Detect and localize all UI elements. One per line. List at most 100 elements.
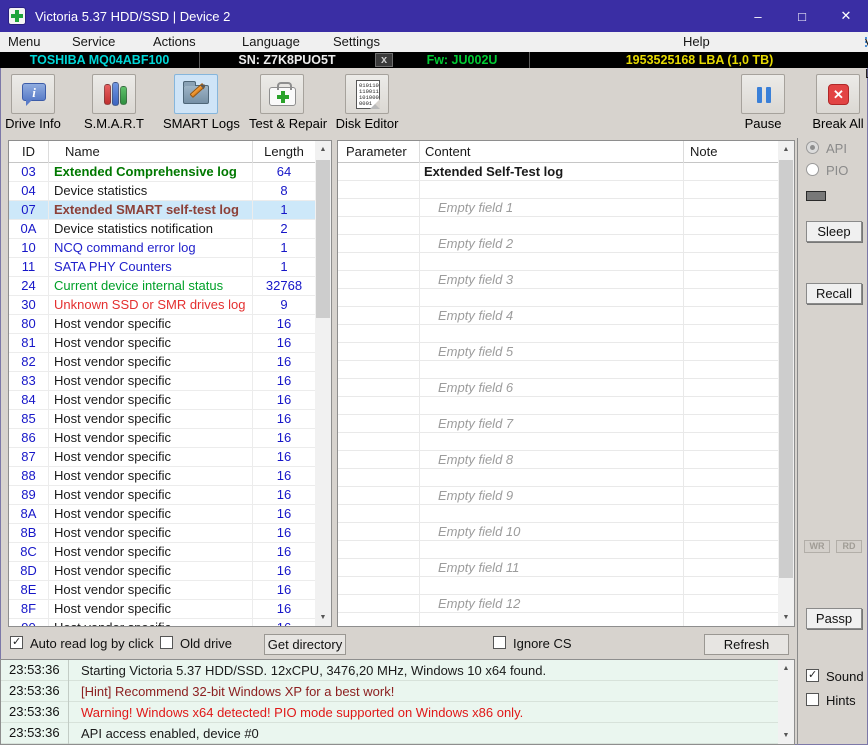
content-table-row — [338, 181, 778, 199]
passp-button[interactable]: Passp — [806, 608, 862, 629]
menu-item-settings[interactable]: Settings — [333, 34, 380, 49]
log-table-row[interactable]: 84Host vendor specific16 — [9, 391, 315, 410]
maximize-button[interactable]: □ — [780, 0, 824, 32]
console-scrollbar[interactable]: ▲ ▼ — [778, 660, 794, 744]
log-length: 1 — [253, 201, 315, 220]
smart-button[interactable]: S.M.A.R.T — [81, 72, 147, 134]
drive-info-button[interactable]: i Drive Info — [0, 72, 66, 134]
old-drive-checkbox[interactable] — [160, 636, 173, 649]
pio-radio[interactable] — [806, 163, 819, 176]
log-table-row[interactable]: 07Extended SMART self-test log1 — [9, 201, 315, 220]
content-table-row: Extended Self-Test log — [338, 163, 778, 181]
log-table-row[interactable]: 8CHost vendor specific16 — [9, 543, 315, 562]
log-name: Host vendor specific — [49, 486, 253, 505]
header-content[interactable]: Content — [420, 141, 684, 163]
log-name: NCQ command error log — [49, 239, 253, 258]
log-length: 9 — [253, 296, 315, 315]
log-table-row[interactable]: 88Host vendor specific16 — [9, 467, 315, 486]
break-all-button[interactable]: ✕ Break All — [805, 72, 868, 134]
content-table-row: Empty field 12 — [338, 595, 778, 613]
header-length[interactable]: Length — [253, 141, 315, 163]
recall-button[interactable]: Recall — [806, 283, 862, 304]
log-table-row[interactable]: 03Extended Comprehensive log64 — [9, 163, 315, 182]
scroll-down-icon[interactable]: ▼ — [778, 727, 794, 744]
header-parameter[interactable]: Parameter — [338, 141, 420, 163]
content-table-row — [338, 577, 778, 595]
log-table-row[interactable]: 81Host vendor specific16 — [9, 334, 315, 353]
content-table-row — [338, 289, 778, 307]
log-length: 16 — [253, 581, 315, 600]
log-name: Device statistics notification — [49, 220, 253, 239]
header-note[interactable]: Note — [684, 141, 778, 163]
log-length: 16 — [253, 619, 315, 627]
log-table-row[interactable]: 87Host vendor specific16 — [9, 448, 315, 467]
bottom-controls: Auto read log by click Old drive Get dir… — [0, 631, 795, 658]
scroll-down-icon[interactable]: ▼ — [315, 609, 331, 626]
log-table-row[interactable]: 11SATA PHY Counters1 — [9, 258, 315, 277]
api-radio[interactable] — [806, 141, 819, 154]
log-table-row[interactable]: 10NCQ command error log1 — [9, 239, 315, 258]
auto-read-checkbox[interactable] — [10, 636, 23, 649]
test-repair-button[interactable]: Test & Repair — [249, 72, 315, 134]
wr-button[interactable]: WR — [804, 540, 830, 553]
menu-item-language[interactable]: Language — [242, 34, 300, 49]
menu-item-help[interactable]: Help — [683, 34, 710, 49]
log-name: Device statistics — [49, 182, 253, 201]
log-table-row[interactable]: 8AHost vendor specific16 — [9, 505, 315, 524]
log-table-row[interactable]: 8DHost vendor specific16 — [9, 562, 315, 581]
log-id: 04 — [9, 182, 49, 201]
menu-item-service[interactable]: Service — [72, 34, 115, 49]
smart-logs-button[interactable]: SMART Logs — [163, 72, 229, 134]
scroll-thumb[interactable] — [316, 160, 330, 318]
get-directory-button[interactable]: Get directory — [264, 634, 346, 655]
content-table-scrollbar[interactable]: ▲ ▼ — [778, 141, 794, 626]
scroll-up-icon[interactable]: ▲ — [778, 141, 794, 158]
log-name: Host vendor specific — [49, 543, 253, 562]
hints-checkbox[interactable] — [806, 693, 819, 706]
refresh-button[interactable]: Refresh — [704, 634, 789, 655]
log-content-table: Parameter Content Note Extended Self-Tes… — [337, 140, 795, 627]
log-table-row[interactable]: 82Host vendor specific16 — [9, 353, 315, 372]
menu-item-actions[interactable]: Actions — [153, 34, 196, 49]
log-id: 24 — [9, 277, 49, 296]
pause-button[interactable]: Pause — [730, 72, 796, 134]
log-table-row[interactable]: 04Device statistics8 — [9, 182, 315, 201]
minimize-button[interactable]: – — [736, 0, 780, 32]
ignore-cs-checkbox[interactable] — [493, 636, 506, 649]
close-button[interactable]: ✕ — [824, 0, 868, 32]
log-table-row[interactable]: 89Host vendor specific16 — [9, 486, 315, 505]
header-name[interactable]: Name — [49, 141, 253, 163]
log-table-body: 03Extended Comprehensive log6404Device s… — [9, 163, 315, 626]
log-table-row[interactable]: 80Host vendor specific16 — [9, 315, 315, 334]
log-table-row[interactable]: 24Current device internal status32768 — [9, 277, 315, 296]
log-table-scrollbar[interactable]: ▲ ▼ — [315, 141, 331, 626]
log-table-row[interactable]: 8EHost vendor specific16 — [9, 581, 315, 600]
log-table-row[interactable]: 90Host vendor specific16 — [9, 619, 315, 626]
scroll-up-icon[interactable]: ▲ — [778, 660, 794, 677]
log-table-row[interactable]: 85Host vendor specific16 — [9, 410, 315, 429]
content-table-header: Parameter Content Note — [338, 141, 794, 163]
auto-read-label: Auto read log by click — [30, 636, 154, 651]
log-table-row[interactable]: 8BHost vendor specific16 — [9, 524, 315, 543]
scroll-up-icon[interactable]: ▲ — [315, 141, 331, 158]
disk-editor-button[interactable]: 0101101100111010000001 Disk Editor — [334, 72, 400, 134]
content-table-row: Empty field 4 — [338, 307, 778, 325]
scroll-thumb[interactable] — [779, 160, 793, 578]
log-name: Host vendor specific — [49, 391, 253, 410]
content-table-row — [338, 433, 778, 451]
log-name: Host vendor specific — [49, 429, 253, 448]
log-table-row[interactable]: 0ADevice statistics notification2 — [9, 220, 315, 239]
content-table-row: Empty field 8 — [338, 451, 778, 469]
log-table-row[interactable]: 86Host vendor specific16 — [9, 429, 315, 448]
log-table-row[interactable]: 8FHost vendor specific16 — [9, 600, 315, 619]
log-table-row[interactable]: 83Host vendor specific16 — [9, 372, 315, 391]
sleep-button[interactable]: Sleep — [806, 221, 862, 242]
rd-button[interactable]: RD — [836, 540, 862, 553]
scroll-down-icon[interactable]: ▼ — [778, 609, 794, 626]
menu-item-menu[interactable]: Menu — [8, 34, 41, 49]
serial-hide-badge[interactable]: x — [375, 53, 393, 67]
sound-checkbox[interactable] — [806, 669, 819, 682]
console-entry: 23:53:36API access enabled, device #0 — [1, 723, 794, 744]
header-id[interactable]: ID — [9, 141, 49, 163]
log-table-row[interactable]: 30Unknown SSD or SMR drives log9 — [9, 296, 315, 315]
